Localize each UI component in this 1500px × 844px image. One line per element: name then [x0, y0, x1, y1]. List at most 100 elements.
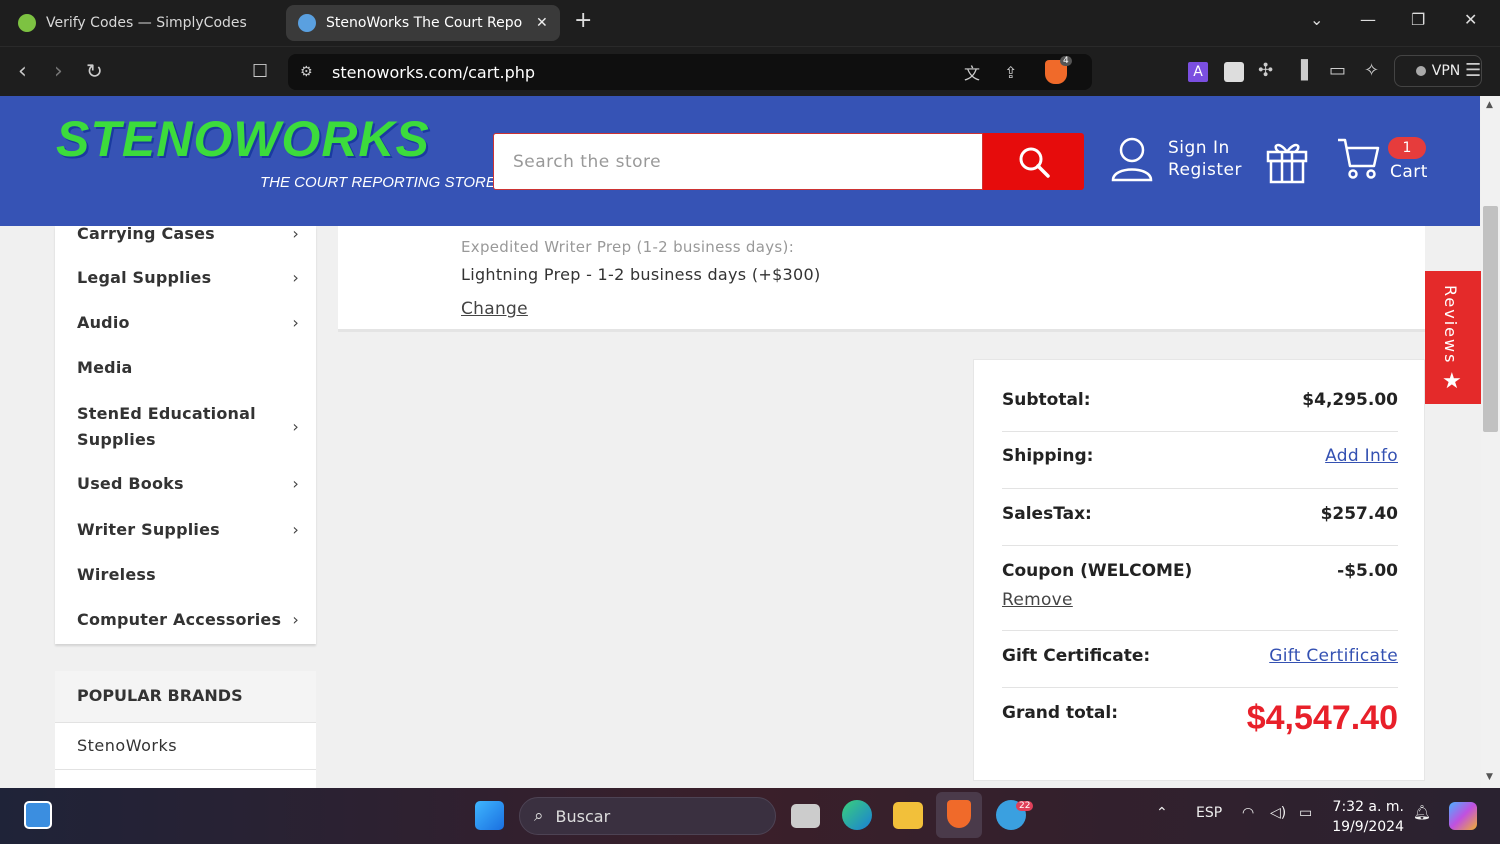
sidebar-item-audio[interactable]: Audio ›	[77, 310, 299, 336]
user-icon	[1111, 137, 1153, 182]
scroll-up-icon[interactable]: ▲	[1486, 100, 1493, 110]
site-settings-icon[interactable]: ⚙	[300, 64, 313, 80]
subtotal-value: $4,295.00	[1302, 390, 1398, 410]
item-option-label: Expedited Writer Prep (1-2 business days…	[461, 238, 795, 256]
shipping-row: Shipping: Add Info	[1002, 446, 1398, 489]
new-tab-icon[interactable]: +	[574, 8, 592, 33]
shields-count: 4	[1060, 56, 1072, 66]
back-icon[interactable]: ‹	[18, 59, 27, 84]
sidebar-item-legal-supplies[interactable]: Legal Supplies ›	[77, 265, 299, 291]
search-icon: ⌕	[534, 806, 544, 826]
vpn-status-icon	[1415, 66, 1426, 76]
task-view-icon[interactable]	[791, 804, 820, 828]
scrollbar-thumb[interactable]	[1483, 206, 1498, 432]
grand-total-row: Grand total: $4,547.40	[1002, 699, 1398, 763]
taskbar-search[interactable]: ⌕ Buscar	[519, 797, 776, 835]
shipping-add-info-link[interactable]: Add Info	[1325, 446, 1398, 466]
clock-date: 19/9/2024	[1332, 819, 1404, 835]
coupon-value: -$5.00	[1337, 561, 1398, 581]
system-clock[interactable]: 7:32 a. m. 19/9/2024	[1330, 797, 1404, 837]
brand-link-stenoworks[interactable]: StenoWorks	[55, 723, 316, 770]
coupon-remove-link[interactable]: Remove	[1002, 590, 1073, 610]
sidebar-item-carrying-cases[interactable]: Carrying Cases ›	[77, 221, 299, 247]
sidebar-toggle-icon[interactable]: ▐	[1294, 60, 1308, 81]
search-button[interactable]	[983, 133, 1084, 190]
file-explorer-icon[interactable]	[893, 802, 923, 829]
extensions-puzzle-icon[interactable]: ✣	[1258, 60, 1273, 81]
site-header: STENOWORKS THE COURT REPORTING STORE Sig…	[0, 96, 1480, 226]
address-bar[interactable]: ⚙ stenoworks.com/cart.php 文 ⇪ 4	[288, 54, 1092, 90]
reload-icon[interactable]: ↻	[86, 59, 103, 83]
sidebar-item-writer-supplies[interactable]: Writer Supplies ›	[77, 517, 299, 543]
sales-tax-row: SalesTax: $257.40	[1002, 504, 1398, 546]
wifi-icon[interactable]: ◠	[1242, 805, 1254, 821]
close-window-icon[interactable]: ✕	[1464, 10, 1477, 29]
volume-icon[interactable]: ◁)	[1270, 805, 1286, 821]
extension-a-icon[interactable]: A	[1188, 62, 1208, 82]
sidebar-item-used-books[interactable]: Used Books ›	[77, 471, 299, 497]
stenoworks-favicon-icon	[298, 14, 316, 32]
bookmark-icon[interactable]: ☐	[252, 61, 268, 82]
sales-tax-value: $257.40	[1320, 504, 1398, 524]
sidebar-item-computer-accessories[interactable]: Computer Accessories ›	[77, 607, 299, 633]
menu-icon[interactable]: ☰	[1465, 60, 1481, 81]
reviews-label: Reviews	[1441, 285, 1460, 365]
tab-title: StenoWorks The Court Reportin	[326, 15, 522, 31]
sidebar-item-media[interactable]: Media	[77, 355, 299, 381]
chevron-right-icon: ›	[292, 268, 299, 287]
search-icon	[1019, 147, 1050, 178]
telegram-badge: 22	[1016, 801, 1034, 811]
cart-count-badge: 1	[1388, 137, 1426, 159]
brave-icon	[947, 800, 971, 828]
coupon-label: Coupon (WELCOME)	[1002, 561, 1193, 581]
sidebar-item-label: Computer Accessories	[77, 610, 282, 629]
sidebar-item-label: Media	[77, 358, 133, 377]
reviews-tab[interactable]: Reviews ★	[1425, 271, 1481, 404]
maximize-icon[interactable]: ❐	[1411, 10, 1425, 29]
page-scrollbar[interactable]: ▲ ▼	[1481, 96, 1500, 788]
share-icon[interactable]: ⇪	[1004, 63, 1017, 82]
browser-toolbar: ‹ › ↻ ☐ ⚙ stenoworks.com/cart.php 文 ⇪ 4 …	[0, 46, 1500, 96]
cart-link[interactable]: 1 Cart	[1336, 136, 1427, 186]
stenoworks-logo[interactable]: STENOWORKS THE COURT REPORTING STORE	[56, 110, 496, 191]
battery-icon[interactable]: ▭	[1299, 805, 1312, 821]
gift-certificate-link[interactable]: Gift Certificate	[1269, 646, 1398, 666]
language-indicator[interactable]: ESP	[1196, 805, 1222, 821]
tray-overflow-icon[interactable]: ⌃	[1156, 805, 1168, 821]
tab-verify-codes[interactable]: Verify Codes — SimplyCodes	[6, 5, 276, 41]
tab-stenoworks[interactable]: StenoWorks The Court Reportin ✕	[286, 5, 560, 41]
sidebar-item-label: Wireless	[77, 565, 156, 584]
sidebar-item-wireless[interactable]: Wireless	[77, 562, 299, 588]
simplycodes-favicon-icon	[18, 14, 36, 32]
clock-time: 7:32 a. m.	[1332, 799, 1404, 815]
close-tab-icon[interactable]: ✕	[536, 15, 548, 31]
windows-start-icon[interactable]	[475, 801, 504, 830]
account-link[interactable]: Sign In Register	[1110, 136, 1242, 182]
translate-icon[interactable]: 文	[964, 60, 980, 84]
sidebar-item-label: Carrying Cases	[77, 224, 215, 243]
chevron-right-icon: ›	[292, 224, 299, 243]
logo-tagline: THE COURT REPORTING STORE	[260, 174, 496, 191]
brave-taskbar-button[interactable]	[936, 792, 982, 838]
leo-ai-icon[interactable]: ✧	[1364, 60, 1379, 81]
widgets-icon[interactable]	[24, 801, 52, 829]
wallet-icon[interactable]: ▭	[1329, 60, 1346, 81]
popular-brands-panel: POPULAR BRANDS StenoWorks	[55, 671, 316, 791]
tab-list-chevron-icon[interactable]: ⌄	[1310, 10, 1323, 29]
forward-icon[interactable]: ›	[54, 59, 63, 84]
sidebar-item-stened[interactable]: StenEd Educational Supplies ›	[77, 401, 299, 453]
sign-in-link[interactable]: Sign In	[1168, 137, 1242, 159]
taskbar-search-label: Buscar	[555, 806, 611, 826]
gift-certificates-link[interactable]	[1265, 138, 1309, 188]
edge-browser-icon[interactable]	[842, 800, 872, 830]
cart-totals-panel: Subtotal: $4,295.00 Shipping: Add Info S…	[973, 359, 1425, 781]
minimize-icon[interactable]: —	[1360, 10, 1376, 29]
copilot-icon[interactable]	[1449, 802, 1477, 830]
change-option-link[interactable]: Change	[461, 299, 528, 319]
scroll-down-icon[interactable]: ▼	[1486, 772, 1493, 782]
search-input[interactable]	[494, 134, 982, 189]
extension-hand-icon[interactable]	[1224, 62, 1244, 82]
register-link[interactable]: Register	[1168, 159, 1242, 181]
url-text: stenoworks.com/cart.php	[332, 62, 536, 82]
notifications-icon[interactable]: 🔔︎	[1413, 805, 1431, 821]
